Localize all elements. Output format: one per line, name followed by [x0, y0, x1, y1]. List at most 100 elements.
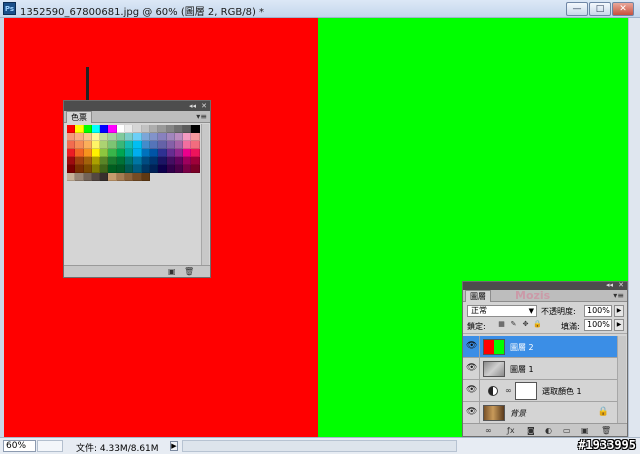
panel-menu-icon[interactable]: ▾≡ [613, 291, 624, 300]
color-swatch[interactable] [75, 133, 84, 141]
color-swatch[interactable] [125, 173, 134, 181]
color-swatch[interactable] [133, 149, 142, 157]
panel-header-bar[interactable]: ◂◂ ✕ [64, 101, 210, 111]
color-swatch[interactable] [75, 165, 84, 173]
panel-close-icon[interactable]: ✕ [618, 281, 624, 289]
color-swatch[interactable] [125, 133, 134, 141]
layer-row-layer-2[interactable]: 👁 圖層 2 [463, 336, 617, 358]
color-swatch[interactable] [166, 157, 175, 165]
color-swatch[interactable] [67, 149, 76, 157]
color-swatch[interactable] [108, 125, 117, 133]
color-swatch[interactable] [100, 141, 109, 149]
color-swatch[interactable] [158, 141, 167, 149]
add-mask-icon[interactable]: ◙ [527, 426, 535, 435]
color-swatch[interactable] [67, 173, 76, 181]
blend-mode-select[interactable]: 正常 ▼ [467, 305, 537, 317]
color-swatch[interactable] [191, 165, 200, 173]
lock-move-icon[interactable]: ✥ [521, 320, 530, 329]
color-swatch[interactable] [149, 165, 159, 173]
color-swatch[interactable] [141, 125, 150, 133]
color-swatch[interactable] [133, 173, 142, 181]
color-swatch[interactable] [67, 157, 76, 165]
color-swatch[interactable] [100, 157, 109, 165]
color-swatch[interactable] [83, 165, 92, 173]
color-swatch[interactable] [91, 141, 101, 149]
color-swatch[interactable] [91, 133, 101, 141]
color-swatch[interactable] [83, 173, 92, 181]
color-swatch[interactable] [133, 157, 142, 165]
color-swatch[interactable] [100, 173, 109, 181]
collapse-icon[interactable]: ◂◂ [606, 281, 613, 289]
color-swatch[interactable] [191, 141, 200, 149]
link-icon[interactable]: ∞ [505, 386, 512, 395]
color-swatch[interactable] [166, 133, 175, 141]
color-swatch[interactable] [83, 149, 92, 157]
trash-icon[interactable]: 🗑 [601, 426, 611, 435]
fill-input[interactable]: 100% [584, 319, 612, 331]
color-swatch[interactable] [116, 125, 126, 133]
color-swatch[interactable] [100, 125, 109, 133]
color-swatch[interactable] [125, 141, 134, 149]
color-swatch[interactable] [116, 149, 126, 157]
trash-icon[interactable]: 🗑 [184, 268, 194, 276]
color-swatch[interactable] [108, 157, 117, 165]
zoom-input[interactable]: 60% [3, 440, 36, 452]
layer-row-layer-1[interactable]: 👁 圖層 1 [463, 358, 617, 380]
color-swatch[interactable] [183, 149, 192, 157]
fx-icon[interactable]: ƒx [507, 426, 515, 435]
color-swatch[interactable] [91, 157, 101, 165]
color-swatch[interactable] [116, 157, 126, 165]
color-swatch[interactable] [67, 141, 76, 149]
color-swatch[interactable] [141, 157, 150, 165]
color-swatch[interactable] [174, 125, 184, 133]
color-swatch[interactable] [67, 133, 76, 141]
color-swatch[interactable] [91, 125, 101, 133]
color-swatch[interactable] [174, 149, 184, 157]
color-swatch[interactable] [108, 173, 117, 181]
color-swatch[interactable] [166, 141, 175, 149]
color-swatch[interactable] [116, 165, 126, 173]
color-swatch[interactable] [158, 157, 167, 165]
color-swatch[interactable] [67, 165, 76, 173]
color-swatch[interactable] [149, 133, 159, 141]
color-swatch[interactable] [141, 173, 150, 181]
link-layers-icon[interactable]: ∞ [485, 426, 492, 435]
lock-all-icon[interactable]: 🔒 [533, 320, 542, 329]
layer-row-background[interactable]: 👁 背景 🔒 [463, 402, 617, 424]
color-swatch[interactable] [166, 125, 175, 133]
color-swatch[interactable] [125, 125, 134, 133]
color-swatch[interactable] [133, 141, 142, 149]
fill-slider-toggle[interactable]: ▶ [614, 319, 624, 331]
color-swatch[interactable] [191, 157, 200, 165]
color-swatch[interactable] [67, 125, 76, 133]
color-swatch[interactable] [108, 133, 117, 141]
new-swatch-icon[interactable]: ▣ [168, 268, 176, 276]
color-swatch[interactable] [83, 125, 92, 133]
color-swatch[interactable] [191, 125, 200, 133]
color-swatch[interactable] [133, 125, 142, 133]
color-swatch[interactable] [100, 165, 109, 173]
color-swatch[interactable] [158, 165, 167, 173]
lock-transparency-icon[interactable]: ▦ [497, 320, 506, 329]
horizontal-scrollbar[interactable] [182, 440, 457, 452]
layers-scrollbar[interactable] [617, 336, 626, 425]
color-swatch[interactable] [149, 125, 159, 133]
color-swatch[interactable] [100, 149, 109, 157]
eye-icon[interactable]: 👁 [466, 364, 477, 373]
lock-brush-icon[interactable]: ✎ [509, 320, 518, 329]
color-swatch[interactable] [75, 173, 84, 181]
color-swatch[interactable] [191, 149, 200, 157]
swatches-scrollbar[interactable] [201, 124, 209, 266]
new-group-icon[interactable]: ▭ [563, 426, 571, 435]
panel-menu-icon[interactable]: ▾≡ [196, 112, 207, 121]
collapse-icon[interactable]: ◂◂ [189, 101, 196, 111]
color-swatch[interactable] [100, 133, 109, 141]
color-swatch[interactable] [116, 141, 126, 149]
color-swatch[interactable] [141, 133, 150, 141]
color-swatch[interactable] [141, 149, 150, 157]
tab-swatches[interactable]: 色票 [66, 111, 92, 123]
color-swatch[interactable] [174, 165, 184, 173]
color-swatch[interactable] [174, 133, 184, 141]
color-swatch[interactable] [166, 149, 175, 157]
minimize-button[interactable]: — [566, 2, 588, 16]
